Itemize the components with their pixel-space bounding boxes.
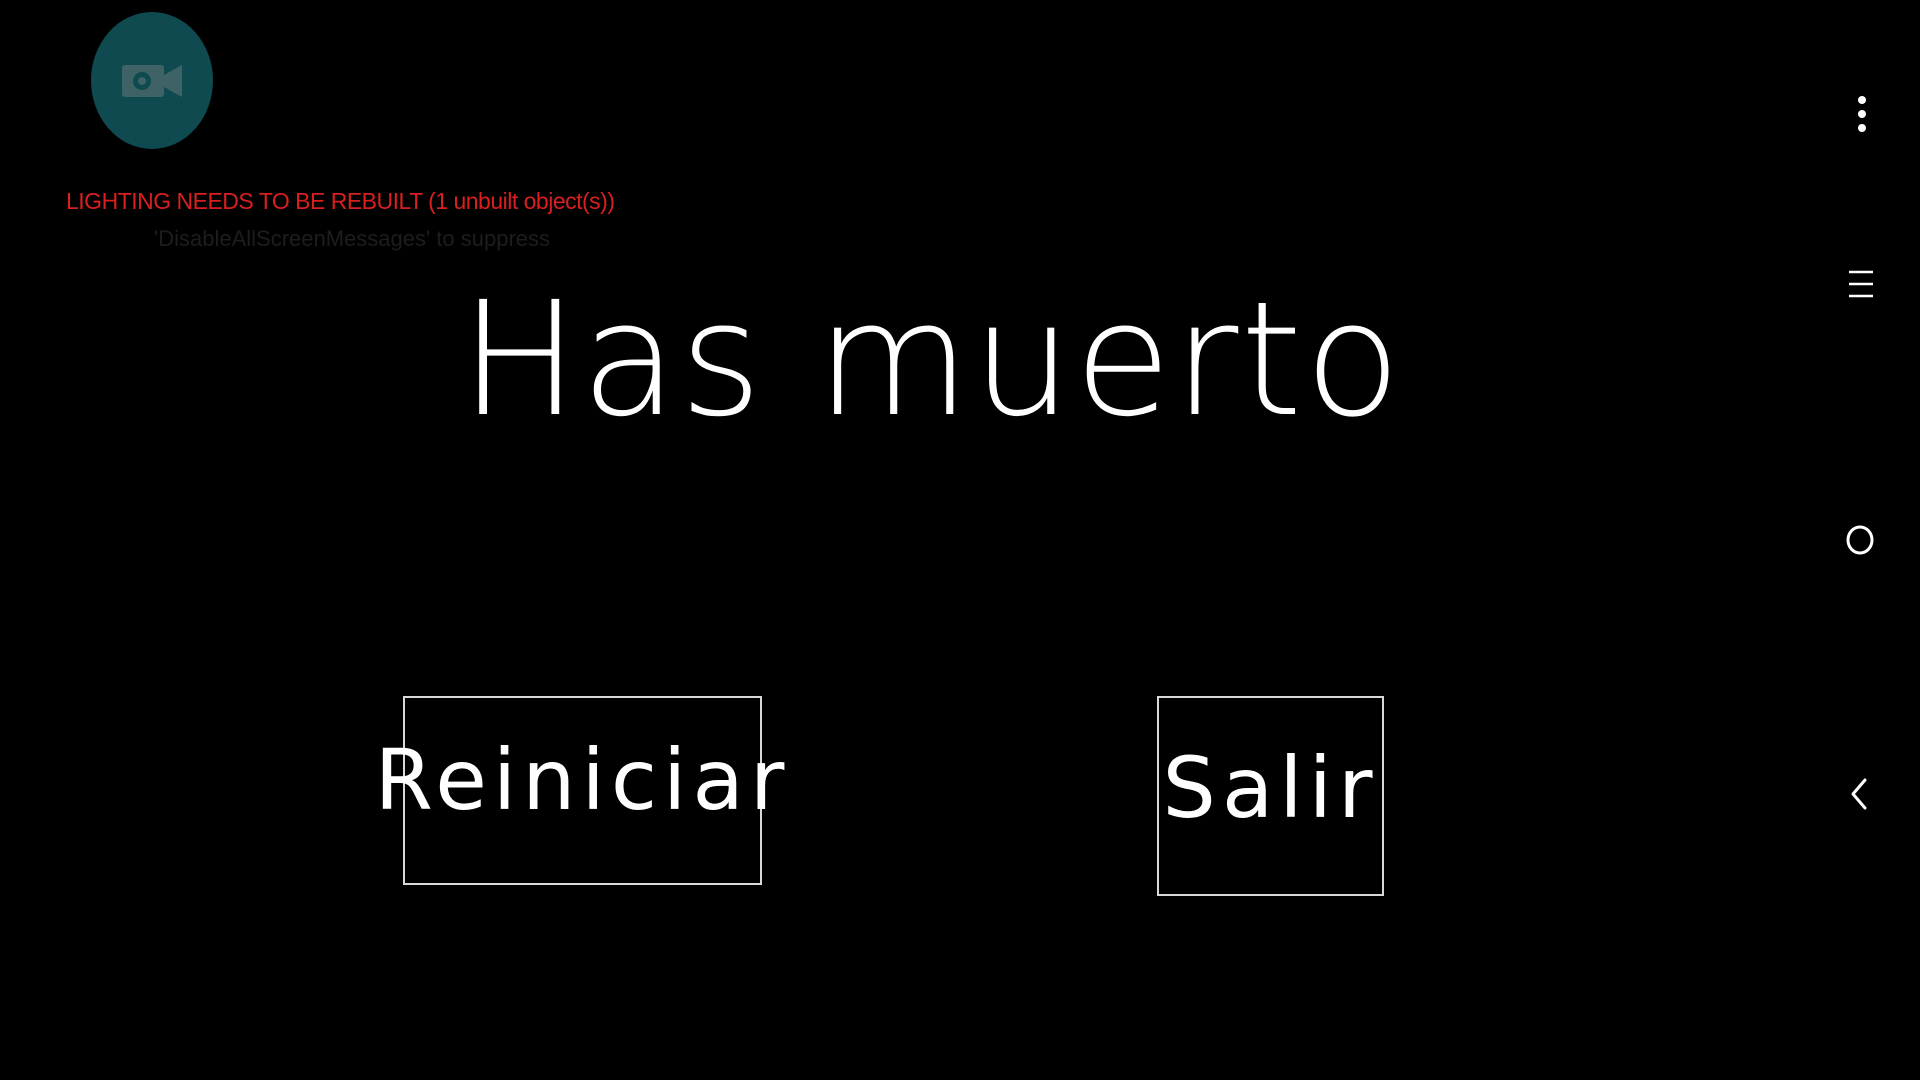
video-camera-icon (118, 57, 186, 105)
home-button[interactable] (1841, 518, 1879, 562)
back-chevron-icon (1843, 772, 1877, 816)
recent-apps-button[interactable] (1844, 264, 1878, 304)
lighting-warning-message: LIGHTING NEEDS TO BE REBUILT (1 unbuilt … (66, 188, 615, 214)
game-over-screen: LIGHTING NEEDS TO BE REBUILT (1 unbuilt … (0, 0, 1920, 1080)
home-circle-icon (1841, 518, 1879, 562)
restart-button[interactable]: Reiniciar (375, 696, 784, 885)
exit-button[interactable]: Salir (1157, 696, 1384, 896)
menu-icon (1844, 264, 1878, 304)
more-options-button[interactable] (1846, 90, 1878, 138)
record-button[interactable] (91, 12, 213, 149)
back-button[interactable] (1843, 772, 1877, 816)
suppress-hint-message: 'DisableAllScreenMessages' to suppress (154, 226, 551, 251)
more-vertical-icon (1846, 90, 1878, 138)
game-over-title: Has muerto (460, 268, 1404, 452)
